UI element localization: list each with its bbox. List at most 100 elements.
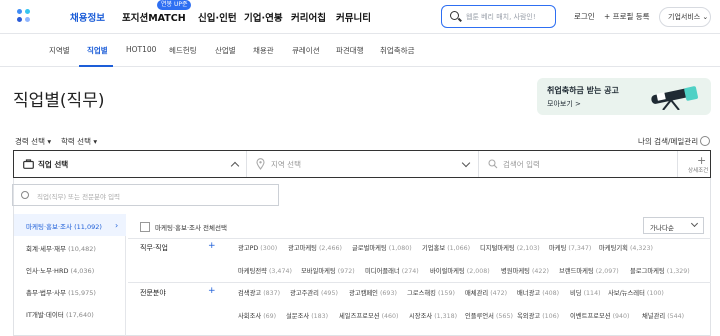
job-chip[interactable]: 검색광고 (837): [238, 288, 280, 297]
job-chip[interactable]: 그로스해킹 (159): [407, 288, 455, 297]
job-chip-count: (837): [263, 290, 281, 297]
my-search-mail-link[interactable]: 나의 검색/메일관리: [638, 136, 698, 147]
job-chip[interactable]: 옥외광고 (106): [517, 311, 559, 320]
tab-industry[interactable]: 산업별: [215, 45, 236, 56]
detail-condition-button[interactable]: 상세조건: [688, 166, 708, 174]
job-chip[interactable]: 채널관리 (544): [642, 311, 684, 320]
gear-icon[interactable]: [700, 136, 710, 146]
job-chip[interactable]: 병원마케팅 (422): [501, 266, 549, 275]
job-chip-name: 설문조사: [286, 313, 312, 320]
tab-region[interactable]: 지역별: [49, 45, 70, 56]
job-chip[interactable]: 디지털마케팅 (2,103): [480, 243, 540, 252]
category-item-accounting[interactable]: 회계·세무·재무 (10,482): [14, 236, 126, 258]
job-chip[interactable]: 세일즈프로모션 (460): [339, 311, 399, 320]
job-keyword-input[interactable]: 직업(직무) 또는 전문분야 입력: [12, 184, 279, 206]
category-label: IT개발·데이터 (17,640): [26, 311, 94, 319]
job-chip-name: 배너광고: [517, 290, 543, 297]
keyword-placeholder: 검색어 입력: [503, 160, 540, 169]
job-chip-count: (1,080): [388, 245, 412, 252]
tab-hot100[interactable]: HOT100: [126, 45, 156, 54]
category-item-general-affairs[interactable]: 총무·법무·사무 (15,975): [14, 280, 126, 302]
job-chip[interactable]: 설문조사 (183): [286, 311, 328, 320]
job-chip[interactable]: 광고PD (300): [238, 243, 277, 252]
job-chip[interactable]: 광고주관리 (495): [290, 288, 338, 297]
job-chip[interactable]: 기업홍보 (1,066): [422, 243, 470, 252]
job-chip-name: 기업홍보: [422, 245, 448, 252]
category-item-marketing[interactable]: 마케팅·홍보·조사 (11,092) ›: [14, 214, 126, 236]
job-chip[interactable]: 매체관리 (472): [465, 288, 507, 297]
category-item-hr[interactable]: 인사·노무·HRD (4,036): [14, 258, 126, 280]
job-chip-count: (972): [337, 268, 355, 275]
tab-dispatch[interactable]: 파견대행: [336, 45, 364, 56]
job-chip-count: (3,474): [268, 268, 292, 275]
job-chip-count: (1,066): [447, 245, 471, 252]
job-chip[interactable]: 사보/뉴스레터 (100): [608, 288, 664, 297]
job-chip-count: (472): [490, 290, 508, 297]
global-search-input[interactable]: 웹툰 베리 매치, 사람인!: [441, 5, 556, 28]
select-all-label[interactable]: 마케팅·홍보·조사 전체선택: [155, 222, 227, 232]
briefcase-icon: [23, 159, 34, 169]
career-select[interactable]: 경력 선택 ▾: [15, 136, 51, 147]
job-chip-name: 광고주관리: [290, 290, 321, 297]
job-chip[interactable]: 바이럴마케팅 (2,008): [430, 266, 490, 275]
job-chip[interactable]: 이벤트프로모션 (940): [570, 311, 630, 320]
select-all-checkbox[interactable]: [140, 222, 150, 232]
job-chip[interactable]: 인플루언서 (565): [465, 311, 513, 320]
job-chip-count: (114): [583, 290, 601, 297]
job-chip[interactable]: 마케팅전략 (3,474): [238, 266, 292, 275]
job-chip[interactable]: 마케팅기획 (4,323): [599, 243, 653, 252]
banner-link[interactable]: 모아보기 >: [547, 99, 581, 109]
job-chip-count: (408): [542, 290, 560, 297]
category-item-it-data[interactable]: IT개발·데이터 (17,640): [14, 302, 126, 324]
saramin-logo[interactable]: [17, 9, 33, 25]
job-chip-count: (106): [542, 313, 560, 320]
nav-community[interactable]: 커뮤니티: [336, 10, 371, 24]
job-chip-name: 광고PD: [238, 245, 261, 252]
nav-newcomer-intern[interactable]: 신입·인턴: [198, 10, 237, 24]
job-chip[interactable]: 시장조사 (1,318): [409, 311, 457, 320]
tab-congrats-bonus[interactable]: 취업축하금: [380, 45, 415, 56]
divider: [128, 238, 711, 239]
job-chip[interactable]: 브랜드마케팅 (2,097): [559, 266, 619, 275]
job-chip-count: (2,097): [595, 268, 619, 275]
match-badge: 연봉 UP준: [157, 0, 192, 10]
tab-headhunting[interactable]: 헤드헌팅: [169, 45, 197, 56]
plus-icon[interactable]: +: [208, 241, 216, 251]
corp-service-button[interactable]: 기업서비스 ⌄: [659, 7, 711, 27]
job-chip-count: (69): [263, 313, 277, 320]
job-chip[interactable]: 사회조사 (69): [238, 311, 276, 320]
nav-company-salary[interactable]: 기업·연봉: [244, 10, 283, 24]
region-select-field[interactable]: 지역 선택: [247, 151, 479, 177]
tab-curation[interactable]: 큐레이션: [292, 45, 320, 56]
keyword-field[interactable]: 검색어 입력: [479, 151, 678, 177]
divider: [128, 282, 711, 283]
nav-career-chip[interactable]: 커리어칩: [291, 10, 326, 24]
category-label: 회계·세무·재무 (10,482): [26, 245, 96, 253]
job-chip[interactable]: 마케팅 (7,347): [549, 243, 591, 252]
sort-value: 가나다순: [650, 224, 674, 232]
job-chip[interactable]: 비딩 (114): [570, 288, 601, 297]
job-chip[interactable]: 광고캠페인 (693): [349, 288, 397, 297]
job-select-field[interactable]: 직업 선택: [14, 151, 247, 177]
tab-hiring-hall[interactable]: 채용관: [253, 45, 274, 56]
nav-recruit-info[interactable]: 채용정보: [70, 10, 105, 24]
job-chip[interactable]: 배너광고 (408): [517, 288, 559, 297]
job-chip-count: (2,103): [516, 245, 540, 252]
tab-job[interactable]: 직업별: [87, 45, 108, 56]
search-icon: [450, 11, 459, 20]
search-filter-bar: 직업 선택 지역 선택 검색어 입력 + 상세조건: [13, 150, 711, 178]
chevron-down-icon: [461, 158, 471, 168]
sort-select[interactable]: 가나다순: [643, 217, 704, 234]
nav-position-match[interactable]: 포지션MATCH: [122, 10, 186, 24]
education-select[interactable]: 학력 선택 ▾: [61, 136, 97, 147]
category-list: 마케팅·홍보·조사 (11,092) › 회계·세무·재무 (10,482) 인…: [14, 214, 126, 336]
job-chip[interactable]: 미디어플래너 (274): [365, 266, 419, 275]
profile-register-link[interactable]: + 프로필 등록: [604, 11, 650, 22]
congrats-bonus-banner[interactable]: 취업축하금 받는 공고 모아보기 >: [537, 78, 711, 115]
plus-icon[interactable]: +: [208, 286, 216, 296]
job-chip[interactable]: 글로벌마케팅 (1,080): [352, 243, 412, 252]
job-chip[interactable]: 모바일마케팅 (972): [301, 266, 355, 275]
login-link[interactable]: 로그인: [574, 11, 595, 22]
job-chip[interactable]: 블로그마케팅 (1,329): [630, 266, 690, 275]
job-chip[interactable]: 광고마케팅 (2,466): [288, 243, 342, 252]
